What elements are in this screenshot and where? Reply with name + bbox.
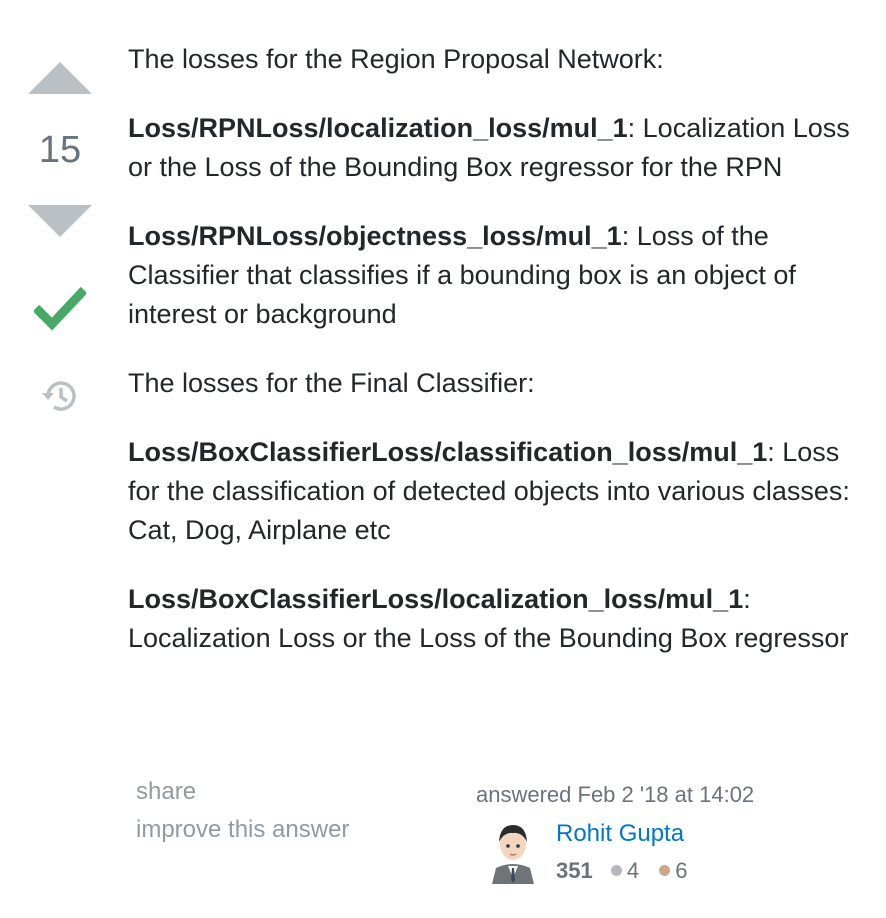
- post-body: The losses for the Region Proposal Netwo…: [128, 40, 868, 688]
- history-icon[interactable]: [40, 378, 80, 414]
- bronze-badge-count: 6: [675, 858, 688, 883]
- reputation-score: 351: [556, 858, 593, 883]
- user-stats: 351 4 6: [556, 858, 687, 884]
- post-paragraph: Loss/BoxClassifierLoss/localization_loss…: [128, 584, 849, 653]
- avatar[interactable]: [488, 820, 538, 884]
- post-menu: share improve this answer: [136, 773, 349, 849]
- post-paragraph: The losses for the Final Classifier:: [128, 368, 535, 398]
- silver-badge-count: 4: [626, 858, 640, 883]
- user-name-link[interactable]: Rohit Gupta: [556, 820, 684, 848]
- post-paragraph: Loss/RPNLoss/localization_loss/mul_1: Lo…: [128, 113, 850, 182]
- bronze-badge-icon: [659, 865, 671, 876]
- answer: 15 The losses for the Region Proposal Ne…: [0, 0, 886, 918]
- post-paragraph: Loss/RPNLoss/objectness_loss/mul_1: Loss…: [128, 221, 796, 329]
- user-card: answered Feb 2 '18 at 14:02 Rohit Gupta …: [476, 778, 876, 898]
- vote-up-icon[interactable]: [28, 62, 92, 94]
- improve-answer-link[interactable]: improve this answer: [136, 811, 349, 849]
- silver-badge-icon: [610, 865, 622, 876]
- vote-down-icon[interactable]: [28, 205, 92, 237]
- answered-time: answered Feb 2 '18 at 14:02: [476, 782, 755, 807]
- share-link[interactable]: share: [136, 773, 349, 811]
- post-paragraph: The losses for the Region Proposal Netwo…: [128, 44, 664, 74]
- post-paragraph: Loss/BoxClassifierLoss/classification_lo…: [128, 437, 850, 545]
- vote-count: 15: [38, 129, 82, 171]
- accepted-check-icon: [34, 286, 86, 331]
